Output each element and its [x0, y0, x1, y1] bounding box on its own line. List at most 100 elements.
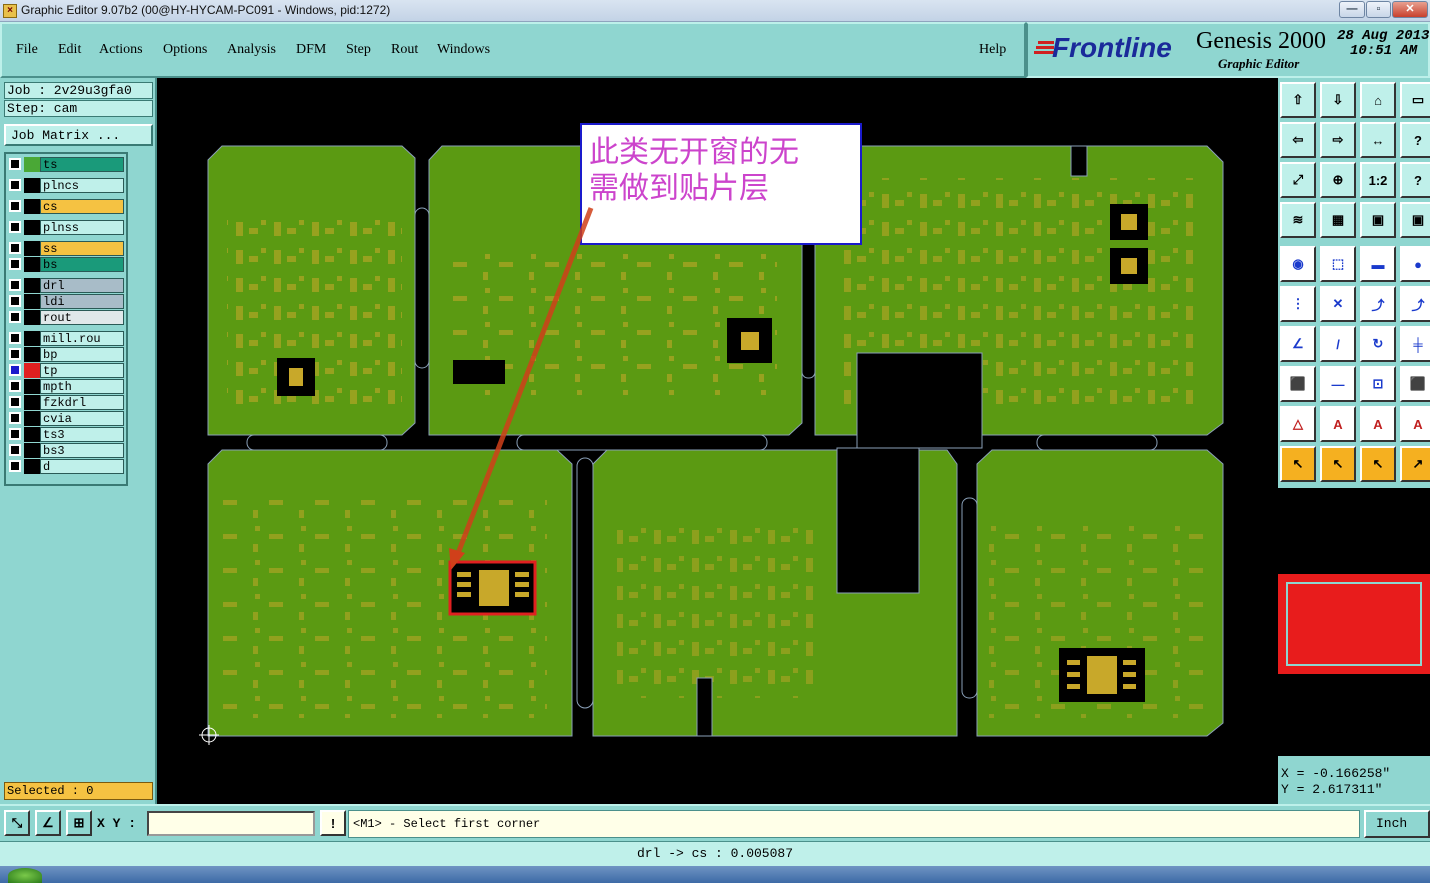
layer-row-cvia[interactable]: cvia [6, 411, 124, 426]
layer-checkbox[interactable] [9, 364, 21, 376]
layer-checkbox[interactable] [9, 311, 21, 323]
zoom-in-tool-button[interactable]: ↖ [1320, 446, 1356, 482]
layer-color-swatch[interactable] [24, 278, 40, 293]
layer-row-cs[interactable]: cs [6, 199, 124, 214]
close-button[interactable]: ✕ [1392, 1, 1428, 18]
layer-row-mpth[interactable]: mpth [6, 379, 124, 394]
layer-name[interactable]: bp [40, 347, 124, 362]
layer-name[interactable]: cs [40, 199, 124, 214]
layer-name[interactable]: mill.rou [40, 331, 124, 346]
menu-windows[interactable]: Windows [437, 42, 490, 58]
zoom-in-tool-button[interactable]: / [1320, 326, 1356, 362]
grid-tool-button[interactable]: ? [1400, 162, 1430, 198]
layer-color-swatch[interactable] [24, 157, 40, 172]
layer-checkbox[interactable] [9, 295, 21, 307]
scale-tool-button[interactable]: ⤴ [1360, 286, 1396, 322]
layer-checkbox[interactable] [9, 332, 21, 344]
scale-tool-button[interactable]: A [1360, 406, 1396, 442]
layer-row-d[interactable]: d [6, 459, 124, 474]
warning-icon[interactable]: ! [320, 810, 346, 836]
layer-row-plnss[interactable]: plnss [6, 220, 124, 235]
layer-color-swatch[interactable] [24, 220, 40, 235]
layer-color-swatch[interactable] [24, 310, 40, 325]
help-tool-button[interactable]: ● [1400, 246, 1430, 282]
menu-actions[interactable]: Actions [99, 42, 143, 58]
zoom-home-tool-button[interactable]: ≋ [1280, 202, 1316, 238]
rotate-tool-button[interactable]: ⤢ [1280, 162, 1316, 198]
graphic-canvas[interactable]: 此类无开窗的无 需做到贴片层 [157, 78, 1278, 804]
layer-color-swatch[interactable] [24, 379, 40, 394]
layer-color-swatch[interactable] [24, 395, 40, 410]
help-tool-button[interactable]: ? [1400, 122, 1430, 158]
fit-tool-button[interactable]: ╪ [1400, 326, 1430, 362]
scale-tool-button[interactable]: 1:2 [1360, 162, 1396, 198]
layer-color-swatch[interactable] [24, 411, 40, 426]
layer-row-fzkdrl[interactable]: fzkdrl [6, 395, 124, 410]
pan-right-tool-button[interactable]: ⇨ [1320, 122, 1356, 158]
layer-checkbox[interactable] [9, 348, 21, 360]
layer-color-swatch[interactable] [24, 443, 40, 458]
layer-color-swatch[interactable] [24, 459, 40, 474]
layer-checkbox[interactable] [9, 380, 21, 392]
layer-name[interactable]: fzkdrl [40, 395, 124, 410]
rotate-tool-button[interactable]: ⋮ [1280, 286, 1316, 322]
snap-icon[interactable]: ⤡ [4, 810, 30, 836]
minimize-button[interactable]: — [1339, 1, 1365, 18]
layer-row-ts[interactable]: ts [6, 157, 124, 172]
help-tool-button[interactable]: ⬛ [1400, 366, 1430, 402]
grid-tool-button[interactable]: A [1400, 406, 1430, 442]
pan-left-tool-button[interactable]: ◉ [1280, 246, 1316, 282]
zoom-in-tool-button[interactable]: ▦ [1320, 202, 1356, 238]
layer-name[interactable]: drl [40, 278, 124, 293]
grid-snap-icon[interactable]: ⊞ [66, 810, 92, 836]
move-tool-button[interactable]: ⊕ [1320, 162, 1356, 198]
units-button[interactable]: Inch [1364, 810, 1430, 838]
menu-rout[interactable]: Rout [391, 42, 418, 58]
layer-color-swatch[interactable] [24, 294, 40, 309]
layer-row-plncs[interactable]: plncs [6, 178, 124, 193]
layer-row-bs[interactable]: bs [6, 257, 124, 272]
layer-checkbox[interactable] [9, 444, 21, 456]
zoom-out-tool-button[interactable]: ⌂ [1360, 82, 1396, 118]
pan-right-tool-button[interactable]: ⬚ [1320, 246, 1356, 282]
layer-color-swatch[interactable] [24, 363, 40, 378]
zoom-home-tool-button[interactable]: ⇧ [1280, 82, 1316, 118]
layer-checkbox[interactable] [9, 221, 21, 233]
layer-row-mill-rou[interactable]: mill.rou [6, 331, 124, 346]
measure-tool-button[interactable]: ↔ [1360, 122, 1396, 158]
layer-name[interactable]: ss [40, 241, 124, 256]
pan-left-tool-button[interactable]: ⬛ [1280, 366, 1316, 402]
layer-name[interactable]: bs [40, 257, 124, 272]
zoom-home-tool-button[interactable]: ↖ [1280, 446, 1316, 482]
layer-row-drl[interactable]: drl [6, 278, 124, 293]
layer-name[interactable]: ts3 [40, 427, 124, 442]
layer-row-rout[interactable]: rout [6, 310, 124, 325]
layer-checkbox[interactable] [9, 200, 21, 212]
layer-name[interactable]: mpth [40, 379, 124, 394]
zoom-out-tool-button[interactable]: ↖ [1360, 446, 1396, 482]
job-matrix-button[interactable]: Job Matrix ... [4, 124, 153, 146]
menu-analysis[interactable]: Analysis [227, 42, 276, 58]
menu-options[interactable]: Options [163, 42, 207, 58]
layer-checkbox[interactable] [9, 158, 21, 170]
fit-tool-button[interactable]: ↗ [1400, 446, 1430, 482]
layer-color-swatch[interactable] [24, 331, 40, 346]
layer-row-bp[interactable]: bp [6, 347, 124, 362]
layer-name[interactable]: plncs [40, 178, 124, 193]
start-button-icon[interactable] [8, 868, 42, 883]
layer-checkbox[interactable] [9, 396, 21, 408]
layer-color-swatch[interactable] [24, 257, 40, 272]
layer-name[interactable]: cvia [40, 411, 124, 426]
layer-name[interactable]: bs3 [40, 443, 124, 458]
layer-name[interactable]: plnss [40, 220, 124, 235]
pan-right-tool-button[interactable]: — [1320, 366, 1356, 402]
menu-help[interactable]: Help [979, 42, 1006, 58]
layer-checkbox[interactable] [9, 428, 21, 440]
overview-window[interactable] [1278, 488, 1430, 756]
layer-row-ts3[interactable]: ts3 [6, 427, 124, 442]
maximize-button[interactable]: ▫ [1366, 1, 1391, 18]
layer-checkbox[interactable] [9, 460, 21, 472]
layer-row-tp[interactable]: tp [6, 363, 124, 378]
layer-checkbox[interactable] [9, 242, 21, 254]
layer-color-swatch[interactable] [24, 199, 40, 214]
